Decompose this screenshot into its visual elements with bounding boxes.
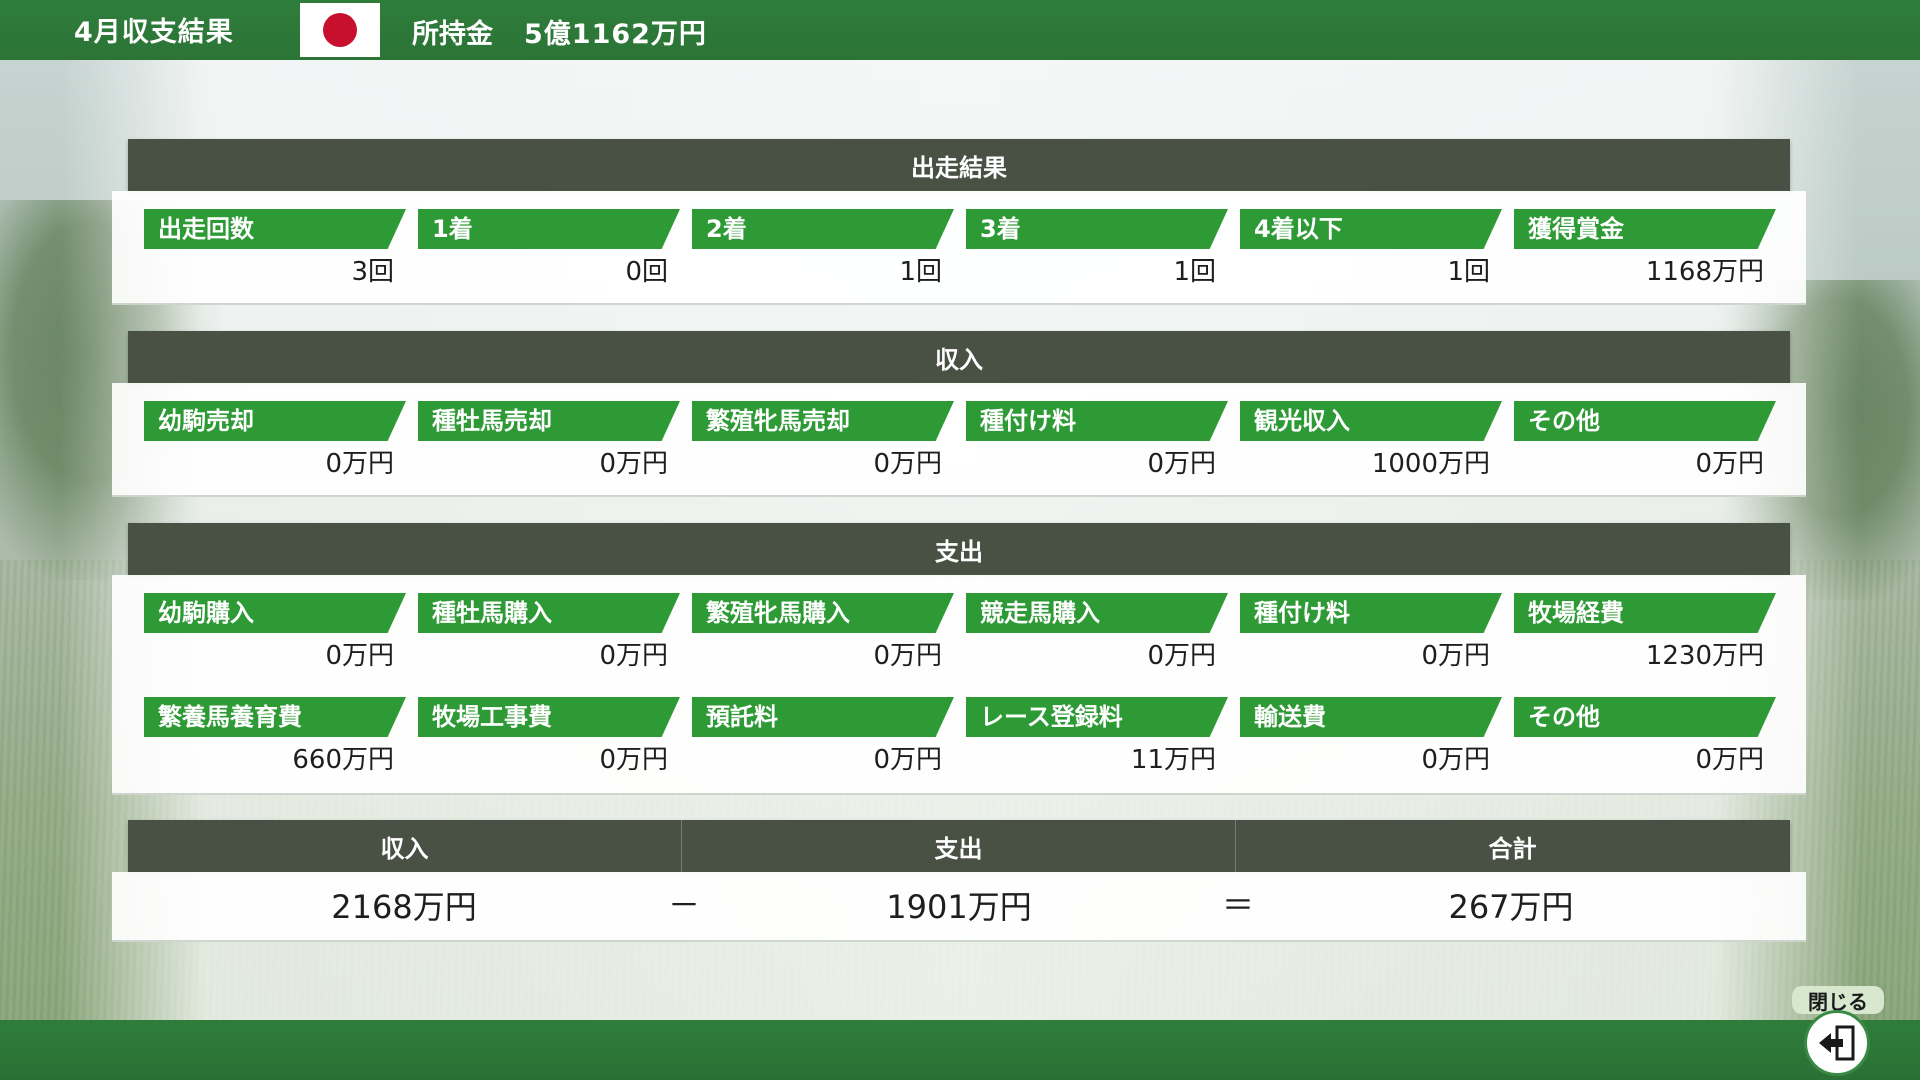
- expense-value: 0万円: [873, 641, 942, 671]
- summary-header: 収入 支出 合計: [128, 820, 1790, 872]
- expense-cell: 幼駒購入 0万円: [144, 593, 406, 675]
- expense-label: 牧場経費: [1514, 593, 1776, 633]
- expense-value: 0万円: [1147, 641, 1216, 671]
- expense-label: レース登録料: [966, 697, 1228, 737]
- income-value: 0万円: [1695, 449, 1764, 479]
- exit-door-icon: [1819, 1025, 1855, 1061]
- expense-label: 種付け料: [1240, 593, 1502, 633]
- expense-cell: 輸送費 0万円: [1240, 697, 1502, 779]
- expense-value: 660万円: [292, 745, 394, 775]
- expense-cell: 種牡馬購入 0万円: [418, 593, 680, 675]
- expense-label: 繁養馬養育費: [144, 697, 406, 737]
- stat-cell: 獲得賞金 1168万円: [1514, 209, 1776, 291]
- race-results-header: 出走結果: [128, 139, 1790, 191]
- income-label: 観光収入: [1240, 401, 1502, 441]
- expense-label: 競走馬購入: [966, 593, 1228, 633]
- expense-label: 幼駒購入: [144, 593, 406, 633]
- income-value: 0万円: [1147, 449, 1216, 479]
- summary-body: 2168万円 － 1901万円 ＝ 267万円: [112, 872, 1806, 942]
- stat-value: 1回: [899, 257, 942, 287]
- expense-value: 0万円: [1421, 745, 1490, 775]
- race-results-body: 出走回数 3回 1着 0回 2着 1回 3着 1回 4着以下 1回 獲得賞金 1…: [112, 191, 1806, 305]
- stat-label: 出走回数: [144, 209, 406, 249]
- expense-cell: その他 0万円: [1514, 697, 1776, 779]
- income-label: 幼駒売却: [144, 401, 406, 441]
- stat-value: 1回: [1447, 257, 1490, 287]
- expense-cell: 競走馬購入 0万円: [966, 593, 1228, 675]
- stat-value: 1回: [1173, 257, 1216, 287]
- stat-cell: 2着 1回: [692, 209, 954, 291]
- expense-header: 支出: [128, 523, 1790, 575]
- stat-label: 3着: [966, 209, 1228, 249]
- income-label: 繁殖牝馬売却: [692, 401, 954, 441]
- income-header: 収入: [128, 331, 1790, 383]
- expense-value: 1230万円: [1645, 641, 1764, 671]
- expense-value: 0万円: [873, 745, 942, 775]
- income-cell: 種付け料 0万円: [966, 401, 1228, 483]
- income-value: 1000万円: [1371, 449, 1490, 479]
- expense-value: 0万円: [599, 641, 668, 671]
- income-label: 種付け料: [966, 401, 1228, 441]
- income-label: その他: [1514, 401, 1776, 441]
- close-control[interactable]: 閉じる: [1792, 986, 1884, 1076]
- summary-expense-label: 支出: [934, 834, 983, 863]
- expense-value: 0万円: [1695, 745, 1764, 775]
- expense-label: その他: [1514, 697, 1776, 737]
- expense-cell: 繁殖牝馬購入 0万円: [692, 593, 954, 675]
- close-button[interactable]: [1804, 1010, 1870, 1076]
- summary-income-label: 収入: [380, 834, 429, 863]
- income-cell: 繁殖牝馬売却 0万円: [692, 401, 954, 483]
- expense-body: 幼駒購入 0万円 種牡馬購入 0万円 繁殖牝馬購入 0万円 競走馬購入 0万円 …: [112, 575, 1806, 795]
- stat-value: 1168万円: [1645, 257, 1764, 287]
- expense-value: 0万円: [599, 745, 668, 775]
- stat-label: 2着: [692, 209, 954, 249]
- income-cell: 幼駒売却 0万円: [144, 401, 406, 483]
- income-value: 0万円: [325, 449, 394, 479]
- stat-value: 0回: [625, 257, 668, 287]
- bottom-bar: [0, 1020, 1920, 1080]
- income-cell: その他 0万円: [1514, 401, 1776, 483]
- income-body: 幼駒売却 0万円 種牡馬売却 0万円 繁殖牝馬売却 0万円 種付け料 0万円 観…: [112, 383, 1806, 497]
- japan-flag-icon: [300, 3, 380, 57]
- summary-expense-value: 1901万円: [886, 888, 1032, 926]
- top-bar: 4月収支結果 所持金 5億1162万円: [0, 0, 1920, 60]
- expense-label: 輸送費: [1240, 697, 1502, 737]
- income-cell: 種牡馬売却 0万円: [418, 401, 680, 483]
- income-value: 0万円: [873, 449, 942, 479]
- income-value: 0万円: [599, 449, 668, 479]
- stat-cell: 4着以下 1回: [1240, 209, 1502, 291]
- minus-sign: －: [667, 886, 700, 924]
- page-title: 4月収支結果: [74, 17, 234, 48]
- stat-label: 獲得賞金: [1514, 209, 1776, 249]
- stat-value: 3回: [351, 257, 394, 287]
- expense-cell: 牧場工事費 0万円: [418, 697, 680, 779]
- expense-cell: 種付け料 0万円: [1240, 593, 1502, 675]
- expense-value: 0万円: [1421, 641, 1490, 671]
- stat-cell: 1着 0回: [418, 209, 680, 291]
- expense-cell: レース登録料 11万円: [966, 697, 1228, 779]
- income-cell: 観光収入 1000万円: [1240, 401, 1502, 483]
- expense-label: 預託料: [692, 697, 954, 737]
- stat-cell: 出走回数 3回: [144, 209, 406, 291]
- expense-cell: 預託料 0万円: [692, 697, 954, 779]
- stat-cell: 3着 1回: [966, 209, 1228, 291]
- expense-value: 11万円: [1130, 745, 1216, 775]
- money-label: 所持金: [412, 19, 493, 50]
- stat-label: 4着以下: [1240, 209, 1502, 249]
- income-label: 種牡馬売却: [418, 401, 680, 441]
- expense-cell: 繁養馬養育費 660万円: [144, 697, 406, 779]
- expense-label: 繁殖牝馬購入: [692, 593, 954, 633]
- expense-label: 牧場工事費: [418, 697, 680, 737]
- expense-cell: 牧場経費 1230万円: [1514, 593, 1776, 675]
- stat-label: 1着: [418, 209, 680, 249]
- expense-value: 0万円: [325, 641, 394, 671]
- money-value: 5億1162万円: [524, 19, 707, 50]
- summary-total-label: 合計: [1488, 834, 1537, 863]
- expense-label: 種牡馬購入: [418, 593, 680, 633]
- equals-sign: ＝: [1221, 886, 1254, 924]
- summary-total-value: 267万円: [1448, 888, 1574, 926]
- summary-income-value: 2168万円: [331, 888, 477, 926]
